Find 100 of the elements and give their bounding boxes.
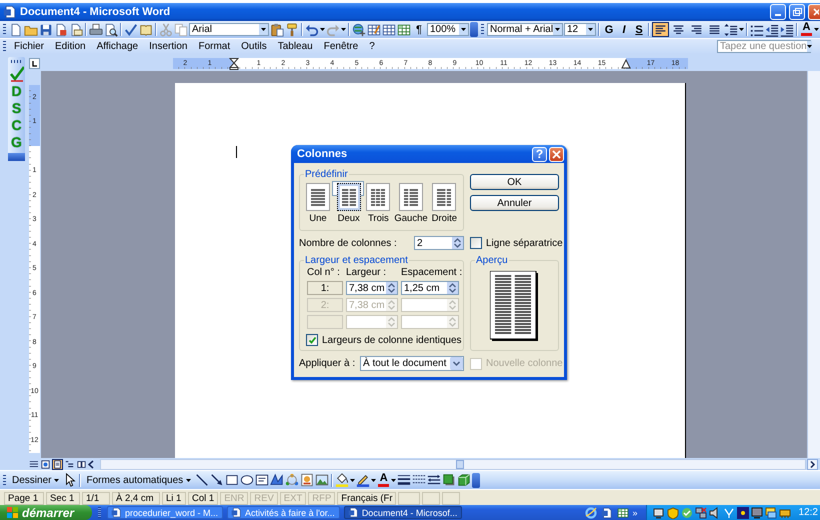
document-icon[interactable] bbox=[600, 506, 613, 518]
dropdown-arrow-icon[interactable] bbox=[261, 28, 266, 31]
scroll-right-icon[interactable] bbox=[807, 458, 818, 470]
arrow-icon[interactable] bbox=[210, 473, 224, 487]
outdent-icon[interactable] bbox=[765, 22, 779, 36]
text-box-icon[interactable] bbox=[255, 473, 270, 487]
line-style-icon[interactable] bbox=[397, 473, 412, 487]
toolbar-grip[interactable] bbox=[481, 24, 484, 35]
toolbar-grip[interactable] bbox=[3, 41, 6, 52]
autoshapes-menu-button[interactable]: Formes automatiques bbox=[83, 472, 194, 488]
indent-marker-icon[interactable] bbox=[229, 58, 240, 70]
spacing-field[interactable] bbox=[401, 315, 459, 329]
menu-item[interactable]: ? bbox=[364, 41, 380, 52]
indent-marker-icon[interactable] bbox=[621, 58, 632, 69]
print-icon[interactable] bbox=[89, 22, 103, 36]
dropdown-arrow-icon[interactable] bbox=[555, 28, 560, 31]
caret-icon[interactable] bbox=[54, 478, 60, 482]
diagram-icon[interactable] bbox=[285, 473, 300, 487]
ring-icon[interactable] bbox=[584, 506, 597, 518]
indent-icon[interactable] bbox=[780, 22, 794, 36]
check-icon[interactable] bbox=[124, 22, 138, 36]
spreadsheet-icon[interactable] bbox=[616, 506, 629, 518]
scroll-left-icon[interactable] bbox=[88, 460, 95, 468]
caret-icon[interactable] bbox=[320, 28, 325, 31]
taskbar-button[interactable]: Document4 - Microsof... bbox=[344, 506, 462, 519]
font-color-button[interactable]: A bbox=[800, 22, 813, 37]
font-field[interactable]: Arial bbox=[189, 23, 269, 36]
caret-icon[interactable] bbox=[186, 478, 192, 482]
caret-icon[interactable] bbox=[341, 28, 346, 31]
pen-icon[interactable] bbox=[356, 473, 370, 487]
width-field[interactable] bbox=[346, 315, 398, 329]
dropdown-arrow-icon[interactable] bbox=[461, 28, 466, 31]
ellipse-icon[interactable] bbox=[240, 473, 254, 487]
font-color-button[interactable]: A bbox=[377, 472, 390, 488]
dropdown-arrow-icon[interactable] bbox=[806, 45, 812, 48]
width-field[interactable]: 7,38 cm bbox=[346, 281, 398, 295]
checkbox[interactable] bbox=[306, 334, 318, 346]
arrow-style-icon[interactable] bbox=[427, 473, 442, 487]
toolbar-grip[interactable] bbox=[3, 24, 6, 35]
cancel-button[interactable]: Annuler bbox=[470, 195, 559, 211]
toolbar-options-button[interactable] bbox=[472, 472, 480, 488]
underline-button[interactable]: S bbox=[632, 22, 646, 37]
menu-item[interactable]: Outils bbox=[236, 41, 272, 52]
print-preview-icon[interactable] bbox=[104, 22, 118, 36]
bullets-icon[interactable] bbox=[750, 22, 764, 36]
check-icon[interactable] bbox=[10, 66, 24, 82]
taskbar-button[interactable]: Activités à faire à l'or... bbox=[227, 506, 340, 519]
spacing-field[interactable]: 1,25 cm bbox=[401, 281, 459, 295]
close-icon[interactable] bbox=[811, 6, 819, 18]
tab-stop-icon[interactable] bbox=[29, 58, 40, 69]
save-icon[interactable] bbox=[39, 22, 53, 36]
fill-bucket-icon[interactable] bbox=[335, 473, 350, 487]
close-button[interactable] bbox=[549, 146, 564, 162]
checkbox[interactable] bbox=[470, 237, 482, 249]
horizontal-scrollbar[interactable] bbox=[100, 458, 806, 470]
draw-table-icon[interactable] bbox=[367, 22, 381, 36]
column-count-field[interactable]: 2 bbox=[414, 236, 464, 250]
spacing-field[interactable] bbox=[401, 298, 459, 312]
ok-button[interactable]: OK bbox=[470, 174, 559, 190]
style-field[interactable]: Normal + Arial bbox=[487, 23, 563, 36]
caret-icon[interactable] bbox=[814, 28, 819, 31]
menu-item[interactable]: Affichage bbox=[92, 41, 144, 52]
format-painter-icon[interactable] bbox=[285, 22, 299, 36]
draw-menu-button[interactable]: Dessiner bbox=[9, 472, 62, 488]
antenna-icon[interactable] bbox=[722, 506, 735, 518]
zoom-field[interactable]: 100% bbox=[427, 23, 469, 36]
menu-item[interactable]: Insertion bbox=[144, 41, 192, 52]
spin-arrows-icon[interactable] bbox=[452, 237, 463, 249]
wordart-icon[interactable] bbox=[270, 473, 284, 487]
start-button[interactable]: démarrer bbox=[0, 505, 92, 520]
line-icon[interactable] bbox=[195, 473, 210, 487]
menu-item[interactable]: Fichier bbox=[9, 41, 50, 52]
table-icon[interactable] bbox=[382, 22, 396, 36]
menu-item[interactable]: Edition bbox=[50, 41, 91, 52]
spin-arrows-icon[interactable] bbox=[447, 282, 458, 294]
mail-document-icon[interactable] bbox=[69, 22, 83, 36]
caret-icon[interactable] bbox=[391, 478, 396, 482]
book-icon[interactable] bbox=[139, 22, 153, 36]
monitor-icon[interactable] bbox=[750, 506, 763, 518]
rectangle-icon[interactable] bbox=[225, 473, 240, 487]
spreadsheet-icon[interactable] bbox=[397, 22, 411, 36]
picture-icon[interactable] bbox=[315, 473, 330, 487]
taskbar-button[interactable]: procedurier_word - M... bbox=[107, 506, 224, 519]
close-icon[interactable] bbox=[552, 150, 561, 158]
caret-icon[interactable] bbox=[739, 28, 744, 31]
paste-icon[interactable] bbox=[270, 22, 284, 36]
caret-icon[interactable] bbox=[371, 478, 376, 482]
document-lock-icon[interactable] bbox=[54, 22, 68, 36]
close-button[interactable] bbox=[808, 4, 820, 20]
vertical-scrollbar[interactable] bbox=[807, 71, 820, 458]
shield-icon[interactable] bbox=[666, 506, 679, 518]
undo-icon[interactable] bbox=[305, 22, 319, 36]
more-button[interactable]: » bbox=[632, 508, 638, 518]
clip-art-icon[interactable] bbox=[300, 473, 314, 487]
show-marks-button[interactable]: ¶ bbox=[412, 22, 426, 37]
globe-icon[interactable] bbox=[352, 22, 366, 36]
network-icon[interactable] bbox=[694, 506, 707, 518]
menu-item[interactable]: Fenêtre bbox=[318, 41, 364, 52]
menu-item[interactable]: Format bbox=[193, 41, 236, 52]
monitor-icon[interactable] bbox=[652, 506, 665, 518]
